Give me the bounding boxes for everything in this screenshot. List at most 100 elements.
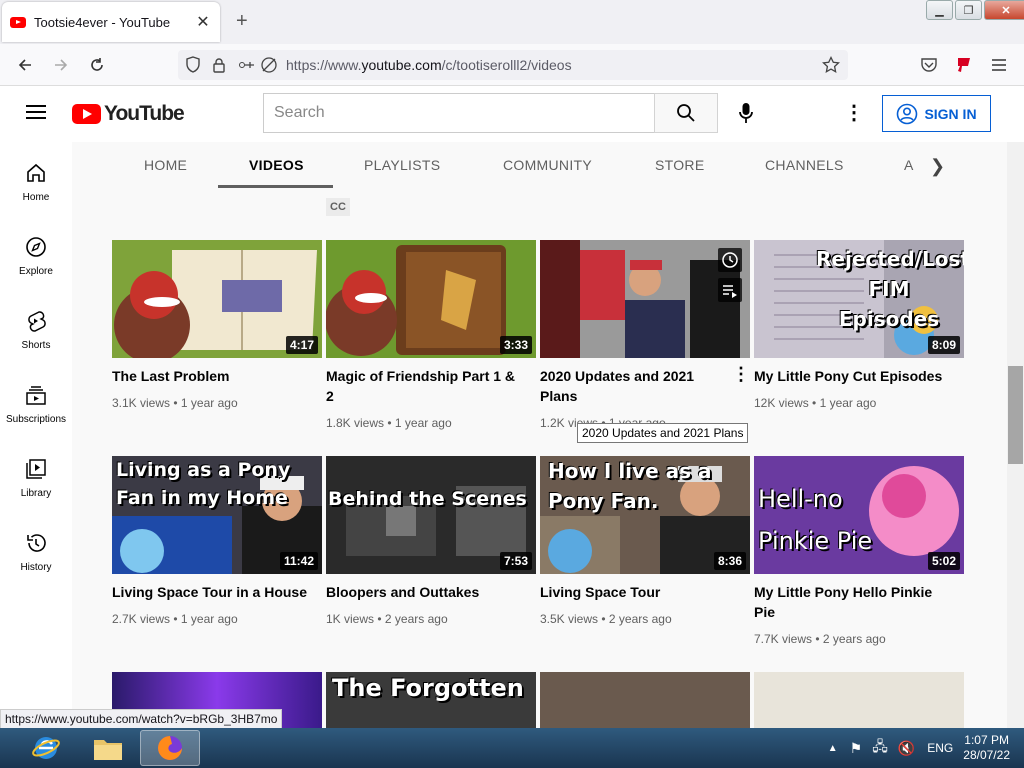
url-text[interactable]: https://www.youtube.com/c/tootiserolll2/… [286, 57, 572, 73]
tab-close-icon[interactable]: ✕ [194, 12, 212, 32]
shield-icon[interactable] [182, 54, 204, 76]
sidebar-item-history[interactable]: History [0, 532, 72, 573]
video-title[interactable]: Living Space Tour in a House [112, 582, 312, 602]
tab-about-partial[interactable]: A [904, 157, 914, 173]
video-title[interactable]: My Little Pony Cut Episodes [754, 366, 954, 386]
volume-muted-icon[interactable]: 🔇 [898, 740, 915, 757]
extension-icon[interactable] [953, 54, 975, 76]
voice-search-button[interactable] [734, 98, 758, 128]
channel-tabs: HOME VIDEOS PLAYLISTS COMMUNITY STORE CH… [72, 142, 1007, 188]
subscriptions-icon [26, 386, 46, 405]
restore-button[interactable]: ❐ [955, 0, 982, 20]
bookmark-star-icon[interactable] [820, 54, 842, 76]
video-meta: 1.8K views • 1 year ago [326, 416, 452, 430]
pocket-icon[interactable] [918, 54, 940, 76]
microphone-icon [739, 103, 753, 123]
sidebar-item-subscriptions[interactable]: Subscriptions [0, 384, 72, 425]
tab-videos[interactable]: VIDEOS [249, 157, 304, 173]
tab-channels[interactable]: CHANNELS [765, 157, 844, 173]
video-title[interactable]: 2020 Updates and 2021 Plans [540, 366, 720, 406]
minimize-button[interactable]: ▁ [926, 0, 953, 20]
video-meta: 2.7K views • 1 year ago [112, 612, 238, 626]
clock-date: 28/07/22 [963, 748, 1010, 762]
sidebar-item-shorts[interactable]: Shorts [0, 310, 72, 351]
internet-explorer-icon[interactable] [16, 730, 76, 766]
sidebar-item-label: Shorts [21, 340, 51, 351]
sidebar-item-label: Library [20, 488, 52, 499]
search-input[interactable]: Search [263, 93, 655, 133]
back-arrow-icon[interactable] [14, 54, 36, 76]
video-thumbnail[interactable]: The Forgotten [326, 672, 536, 728]
clock-time: 1:07 PM [964, 733, 1009, 747]
video-thumbnail[interactable]: Behind the Scenes of Recording a Vi 7:53 [326, 456, 536, 574]
duration-badge: 5:02 [927, 552, 960, 570]
youtube-play-logo-icon [72, 104, 101, 124]
browser-tab[interactable]: Tootsie4ever - YouTube ✕ [2, 2, 220, 42]
menu-hamburger-icon[interactable] [988, 54, 1010, 76]
firefox-taskbar-button[interactable] [140, 730, 200, 766]
home-icon [27, 163, 45, 182]
video-thumbnail[interactable] [540, 672, 750, 728]
video-meta: 12K views • 1 year ago [754, 396, 877, 410]
tab-title: Tootsie4ever - YouTube [34, 14, 171, 30]
video-thumbnail[interactable]: 3:33 [326, 240, 536, 358]
show-hidden-icons-icon[interactable]: ▲ [828, 743, 838, 754]
tab-store[interactable]: STORE [655, 157, 704, 173]
video-title[interactable]: Bloopers and Outtakes [326, 582, 526, 602]
chevron-right-icon[interactable]: ❯ [930, 156, 945, 177]
video-thumbnail[interactable]: 4:17 [112, 240, 322, 358]
lock-icon[interactable] [208, 54, 230, 76]
sidebar-item-explore[interactable]: Explore [0, 236, 72, 277]
video-thumbnail[interactable] [540, 240, 750, 358]
youtube-header: YouTube Search ⋮ SIGN IN [0, 86, 1007, 142]
windows-taskbar: ▲ ⚑ 🖧 🔇 ENG 1:07 PM 28/07/22 [0, 728, 1024, 768]
view-count: 3.1K views [112, 396, 171, 410]
reload-icon[interactable] [86, 54, 108, 76]
youtube-logo[interactable]: YouTube [72, 102, 185, 126]
video-thumbnail[interactable]: Hell-no Pinkie Pie 5:02 [754, 456, 964, 574]
clock[interactable]: 1:07 PM 28/07/22 [963, 733, 1010, 763]
tab-playlists[interactable]: PLAYLISTS [364, 157, 440, 173]
youtube-favicon-icon [10, 16, 26, 28]
video-title[interactable]: The Last Problem [112, 366, 312, 386]
video-title[interactable]: Magic of Friendship Part 1 & 2 [326, 366, 526, 406]
sidebar-item-library[interactable]: Library [0, 458, 72, 499]
video-thumbnail[interactable]: Living as a Pony Fan in my Home 11:42 [112, 456, 322, 574]
video-thumbnail[interactable]: How I live as a Pony Fan. 8:36 [540, 456, 750, 574]
video-meta: 7.7K views • 2 years ago [754, 632, 886, 646]
upload-age: 2 years ago [608, 612, 672, 626]
network-icon[interactable]: 🖧 [872, 736, 888, 760]
video-title[interactable]: My Little Pony Hello Pinkie Pie [754, 582, 954, 622]
video-thumbnail[interactable] [754, 672, 964, 728]
watch-later-icon[interactable] [718, 248, 742, 272]
permissions-icon[interactable] [236, 54, 258, 76]
action-center-flag-icon[interactable]: ⚑ [850, 740, 863, 757]
sidebar-item-home[interactable]: Home [0, 162, 72, 203]
video-title[interactable]: Living Space Tour [540, 582, 740, 602]
search-button[interactable] [654, 93, 718, 133]
settings-more-icon[interactable]: ⋮ [844, 102, 864, 124]
tracking-protection-icon[interactable] [258, 54, 280, 76]
shorts-icon [28, 311, 46, 332]
sign-in-button[interactable]: SIGN IN [882, 95, 991, 132]
tab-community[interactable]: COMMUNITY [503, 157, 592, 173]
browser-tab-bar: Tootsie4ever - YouTube ✕ + ▁ ❐ ✕ [0, 0, 1024, 44]
cc-badge: CC [326, 198, 350, 216]
compass-icon [26, 237, 46, 257]
video-thumbnail[interactable]: Rejected/Lost FIM Episodes 8:09 [754, 240, 964, 358]
scrollbar-thumb[interactable] [1008, 366, 1023, 464]
forward-arrow-icon[interactable] [50, 54, 72, 76]
history-icon [27, 534, 46, 552]
file-explorer-icon[interactable] [78, 730, 138, 766]
url-domain: youtube.com [361, 57, 442, 73]
new-tab-button[interactable]: + [236, 10, 248, 33]
video-action-menu-icon[interactable]: ⋮ [732, 364, 750, 385]
system-tray: ▲ ⚑ 🖧 🔇 ENG 1:07 PM 28/07/22 [828, 728, 1024, 768]
page-scrollbar[interactable] [1007, 142, 1024, 728]
tab-home[interactable]: HOME [144, 157, 187, 173]
url-bar[interactable]: https://www.youtube.com/c/tootiserolll2/… [178, 50, 848, 80]
input-language[interactable]: ENG [927, 741, 953, 755]
add-to-queue-icon[interactable] [718, 278, 742, 302]
guide-menu-icon[interactable] [26, 105, 46, 119]
close-window-button[interactable]: ✕ [984, 0, 1024, 20]
